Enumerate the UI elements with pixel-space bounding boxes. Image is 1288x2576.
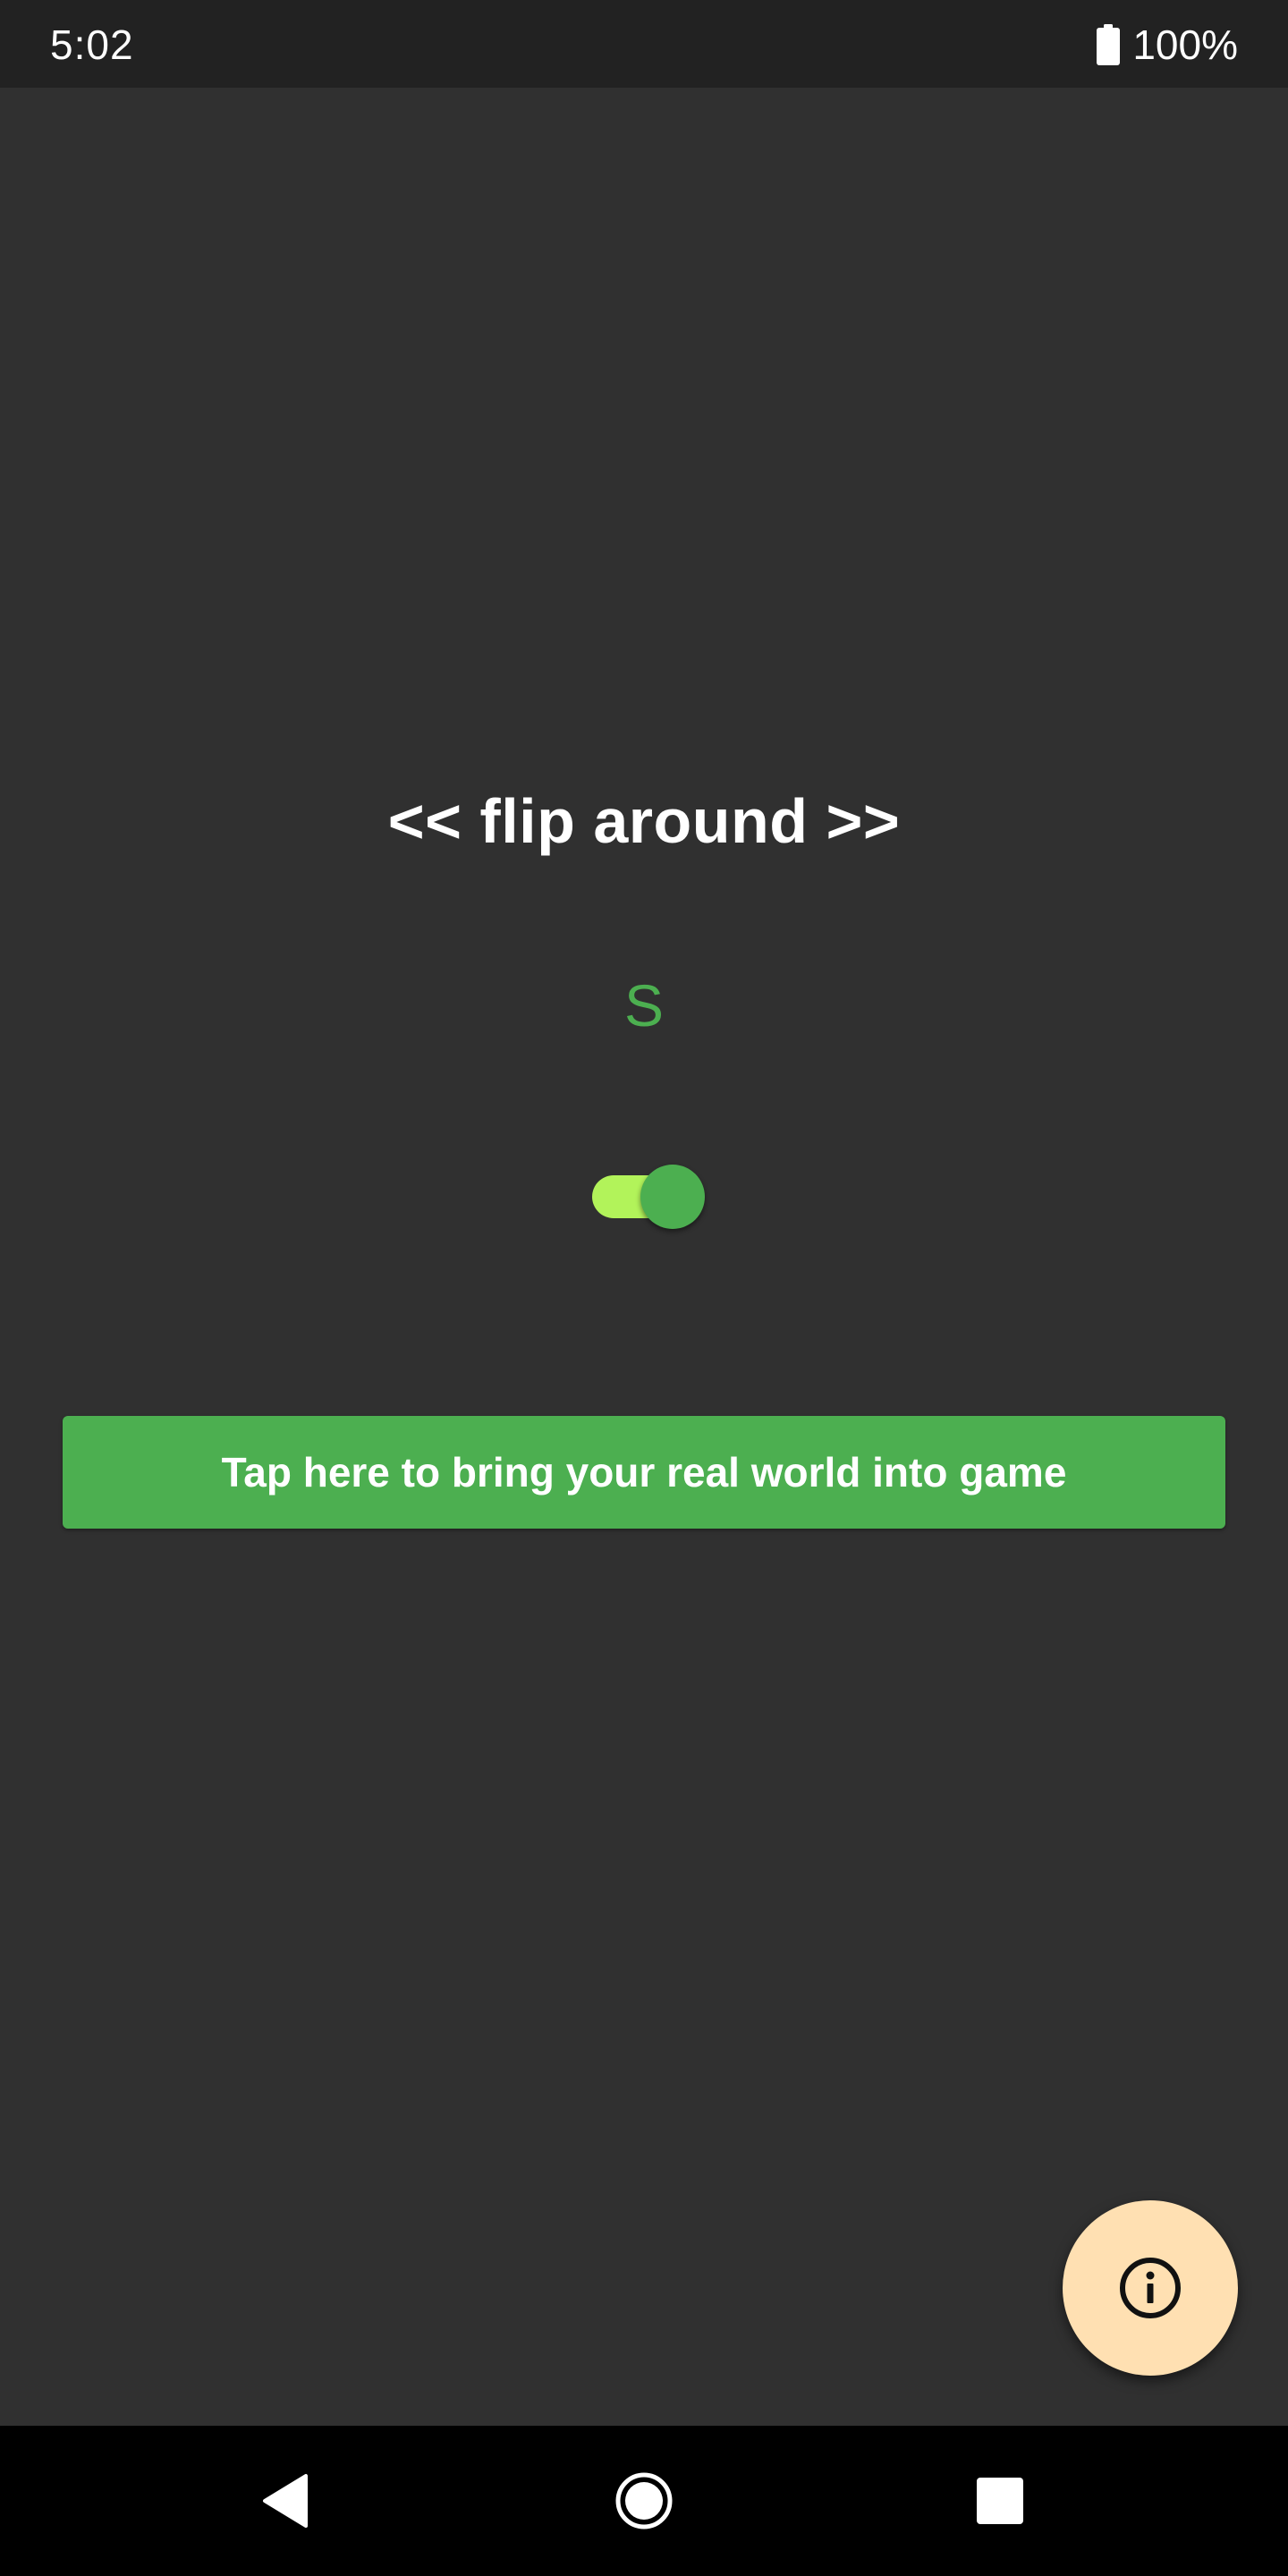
battery-full-icon [1097,24,1121,65]
page-title: << flip around >> [387,786,901,856]
app-screen: 5:02 100% << flip around >> S Tap here t… [0,0,1288,2576]
status-time: 5:02 [50,21,134,68]
recents-square-icon [976,2477,1024,2525]
toggle-thumb [640,1165,705,1229]
back-triangle-icon [259,2472,309,2529]
battery-level: 100% [1132,21,1238,68]
navigation-bar [0,2426,1288,2576]
mode-toggle-switch[interactable] [590,1163,707,1231]
info-fab-button[interactable] [1063,2200,1238,2376]
nav-back-button[interactable] [209,2426,360,2576]
status-bar: 5:02 100% [0,0,1288,88]
status-right-group: 100% [1097,21,1238,68]
bring-real-world-button[interactable]: Tap here to bring your real world into g… [63,1416,1225,1529]
home-circle-icon [614,2471,674,2530]
nav-home-button[interactable] [569,2426,719,2576]
direction-letter: S [623,972,665,1038]
nav-recents-button[interactable] [925,2426,1075,2576]
info-icon [1117,2255,1183,2321]
